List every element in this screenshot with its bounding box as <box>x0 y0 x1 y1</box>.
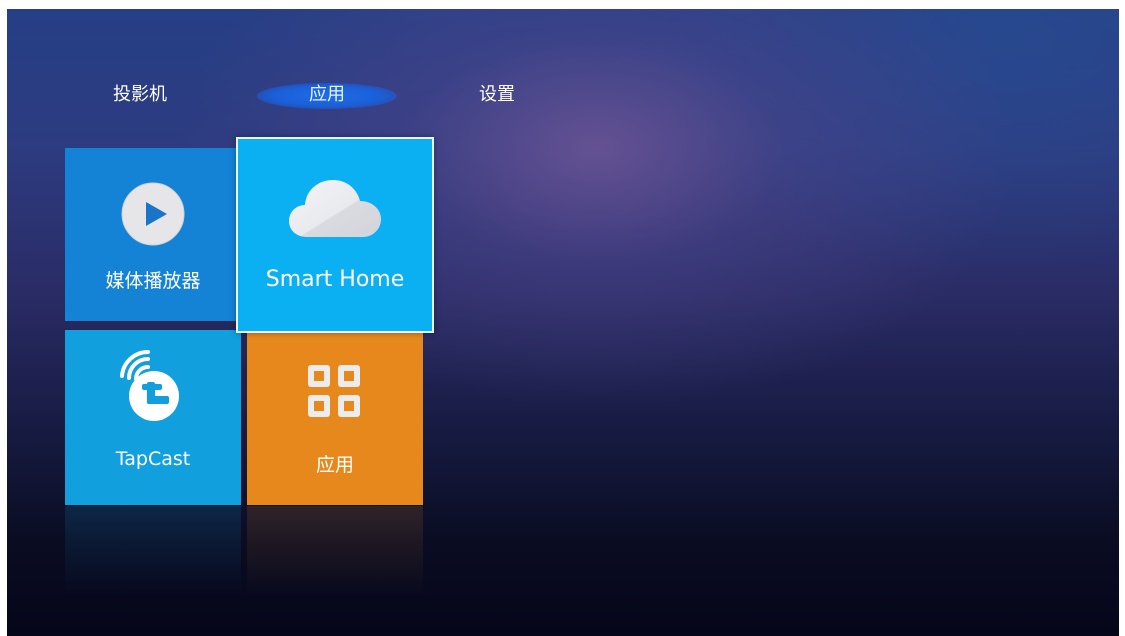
grid-icon <box>305 362 365 426</box>
play-circle-icon <box>120 181 186 251</box>
apps-tile[interactable]: 应用 <box>247 330 423 505</box>
smart-home-label: Smart Home <box>265 267 405 292</box>
tab-projector[interactable]: 投影机 <box>105 79 175 111</box>
tapcast-tile[interactable]: TapCast <box>65 330 241 505</box>
tab-settings-label: 设置 <box>479 84 515 105</box>
smart-home-tile[interactable]: Smart Home <box>236 137 434 333</box>
tab-settings[interactable]: 设置 <box>462 79 532 111</box>
apps-label: 应用 <box>315 454 354 476</box>
tapcast-icon <box>112 346 192 430</box>
launcher-screen: 投影机 应用 设置 媒体播放器 Smart Home TapCast 应用 <box>7 9 1119 636</box>
tapcast-reflection <box>65 506 241 596</box>
tab-apps-label: 应用 <box>309 84 345 105</box>
cloud-icon <box>287 177 383 243</box>
media-player-label: 媒体播放器 <box>105 270 201 292</box>
tab-projector-label: 投影机 <box>113 84 167 105</box>
media-player-tile[interactable]: 媒体播放器 <box>65 148 241 321</box>
tab-apps[interactable]: 应用 <box>257 79 397 111</box>
apps-reflection <box>247 506 423 596</box>
tapcast-label: TapCast <box>115 448 191 470</box>
